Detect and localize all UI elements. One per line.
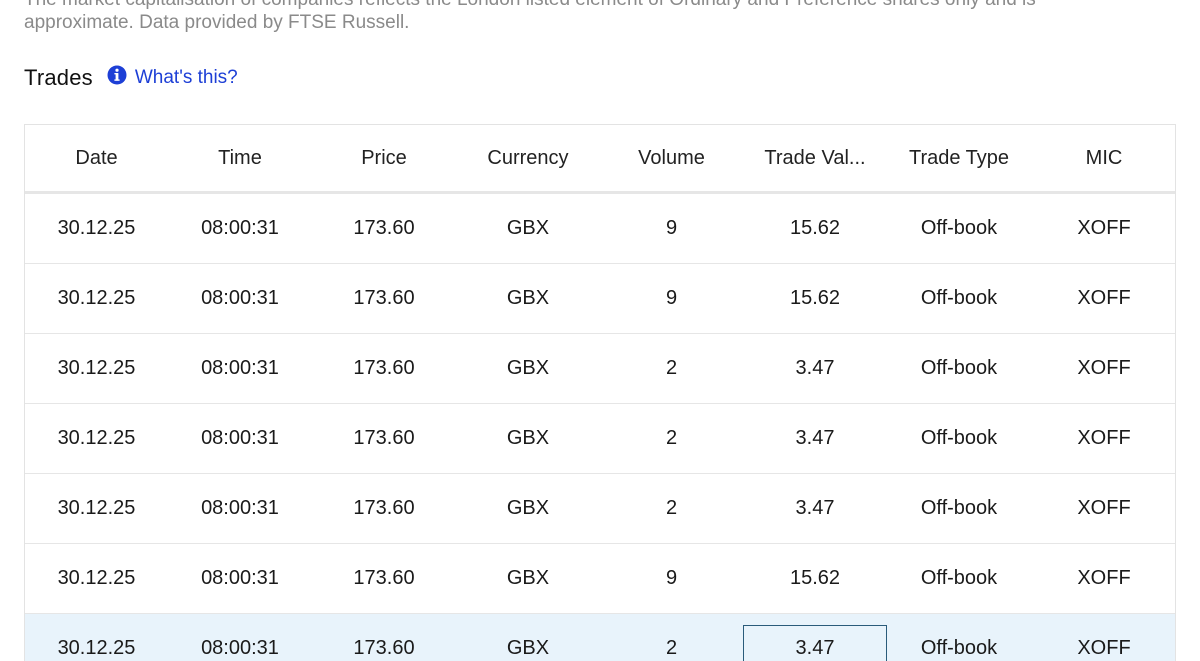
cell-trade-type: Off-book bbox=[887, 613, 1031, 661]
cell-price: 173.60 bbox=[312, 403, 456, 474]
cell-date: 30.12.25 bbox=[25, 263, 168, 334]
cell-time: 08:00:31 bbox=[168, 543, 312, 614]
cell-mic: XOFF bbox=[1031, 192, 1175, 264]
cell-currency: GBX bbox=[456, 473, 600, 544]
cell-trade-value: 3.47 bbox=[743, 333, 887, 404]
table-row[interactable]: 30.12.25 08:00:31 173.60 GBX 9 15.62 Off… bbox=[25, 263, 1175, 334]
column-header-price[interactable]: Price bbox=[312, 125, 456, 194]
cell-volume: 2 bbox=[600, 403, 743, 474]
cell-price: 173.60 bbox=[312, 613, 456, 661]
cell-date: 30.12.25 bbox=[25, 543, 168, 614]
cell-time: 08:00:31 bbox=[168, 403, 312, 474]
cell-price: 173.60 bbox=[312, 263, 456, 334]
cell-mic: XOFF bbox=[1031, 403, 1175, 474]
cell-trade-value: 3.47 bbox=[743, 473, 887, 544]
cell-volume: 9 bbox=[600, 543, 743, 614]
info-circle-icon[interactable] bbox=[107, 65, 127, 85]
table-row[interactable]: 30.12.25 08:00:31 173.60 GBX 9 15.62 Off… bbox=[25, 192, 1175, 264]
cell-time: 08:00:31 bbox=[168, 192, 312, 264]
cell-volume: 2 bbox=[600, 613, 743, 661]
table-row[interactable]: 30.12.25 08:00:31 173.60 GBX 2 3.47 Off-… bbox=[25, 333, 1175, 404]
whats-this-link[interactable]: What's this? bbox=[135, 67, 238, 89]
column-header-currency[interactable]: Currency bbox=[456, 125, 600, 194]
cell-currency: GBX bbox=[456, 333, 600, 404]
cell-mic: XOFF bbox=[1031, 473, 1175, 544]
column-header-trade-type[interactable]: Trade Type bbox=[887, 125, 1031, 194]
market-cap-disclaimer: The market capitalisation of companies r… bbox=[24, 0, 1144, 34]
cell-currency: GBX bbox=[456, 543, 600, 614]
trades-title: Trades bbox=[24, 65, 93, 90]
disclaimer-line-1: The market capitalisation of companies r… bbox=[24, 0, 1144, 11]
cell-price: 173.60 bbox=[312, 192, 456, 264]
cell-time: 08:00:31 bbox=[168, 473, 312, 544]
column-header-time[interactable]: Time bbox=[168, 125, 312, 194]
cell-trade-value-focused[interactable]: 3.47 bbox=[743, 613, 887, 661]
cell-date: 30.12.25 bbox=[25, 333, 168, 404]
cell-date: 30.12.25 bbox=[25, 473, 168, 544]
cell-trade-type: Off-book bbox=[887, 333, 1031, 404]
cell-volume: 2 bbox=[600, 473, 743, 544]
column-header-volume[interactable]: Volume bbox=[600, 125, 743, 194]
cell-trade-value: 15.62 bbox=[743, 263, 887, 334]
cell-date: 30.12.25 bbox=[25, 192, 168, 264]
cell-currency: GBX bbox=[456, 613, 600, 661]
cell-trade-type: Off-book bbox=[887, 543, 1031, 614]
cell-trade-type: Off-book bbox=[887, 403, 1031, 474]
cell-mic: XOFF bbox=[1031, 543, 1175, 614]
cell-trade-value: 15.62 bbox=[743, 192, 887, 264]
column-header-date[interactable]: Date bbox=[25, 125, 168, 194]
cell-currency: GBX bbox=[456, 263, 600, 334]
cell-mic: XOFF bbox=[1031, 333, 1175, 404]
cell-time: 08:00:31 bbox=[168, 263, 312, 334]
column-header-mic[interactable]: MIC bbox=[1031, 125, 1175, 194]
table-row[interactable]: 30.12.25 08:00:31 173.60 GBX 9 15.62 Off… bbox=[25, 543, 1175, 614]
cell-price: 173.60 bbox=[312, 473, 456, 544]
cell-trade-type: Off-book bbox=[887, 263, 1031, 334]
table-row[interactable]: 30.12.25 08:00:31 173.60 GBX 2 3.47 Off-… bbox=[25, 403, 1175, 474]
cell-date: 30.12.25 bbox=[25, 613, 168, 661]
table-header-row: Date Time Price Currency Volume Trade Va… bbox=[25, 125, 1175, 194]
cell-mic: XOFF bbox=[1031, 263, 1175, 334]
cell-volume: 2 bbox=[600, 333, 743, 404]
cell-price: 173.60 bbox=[312, 333, 456, 404]
cell-trade-value: 15.62 bbox=[743, 543, 887, 614]
trades-section-header: Trades What's this? bbox=[24, 62, 238, 94]
cell-trade-type: Off-book bbox=[887, 192, 1031, 264]
trades-table-container[interactable]: Date Time Price Currency Volume Trade Va… bbox=[24, 124, 1176, 661]
cell-price: 173.60 bbox=[312, 543, 456, 614]
cell-volume: 9 bbox=[600, 263, 743, 334]
cell-currency: GBX bbox=[456, 403, 600, 474]
column-header-trade-value[interactable]: Trade Val... bbox=[743, 125, 887, 194]
cell-volume: 9 bbox=[600, 192, 743, 264]
cell-trade-type: Off-book bbox=[887, 473, 1031, 544]
cell-mic: XOFF bbox=[1031, 613, 1175, 661]
cell-trade-value: 3.47 bbox=[743, 403, 887, 474]
cell-time: 08:00:31 bbox=[168, 333, 312, 404]
cell-time: 08:00:31 bbox=[168, 613, 312, 661]
page: The market capitalisation of companies r… bbox=[0, 0, 1200, 661]
trades-table: Date Time Price Currency Volume Trade Va… bbox=[25, 125, 1175, 661]
table-row-selected[interactable]: 30.12.25 08:00:31 173.60 GBX 2 3.47 Off-… bbox=[25, 613, 1175, 661]
cell-date: 30.12.25 bbox=[25, 403, 168, 474]
cell-currency: GBX bbox=[456, 192, 600, 264]
table-row[interactable]: 30.12.25 08:00:31 173.60 GBX 2 3.47 Off-… bbox=[25, 473, 1175, 544]
disclaimer-line-2: approximate. Data provided by FTSE Russe… bbox=[24, 12, 410, 33]
